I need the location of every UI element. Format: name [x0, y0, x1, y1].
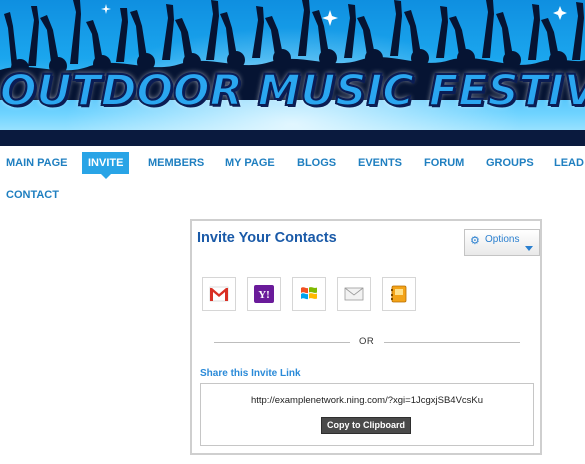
nav-members[interactable]: MEMBERS: [148, 152, 204, 174]
or-divider-right: [384, 342, 520, 343]
nav-main-page[interactable]: MAIN PAGE: [6, 152, 68, 174]
gear-icon: ⚙: [470, 235, 480, 247]
address-book-provider-button[interactable]: [382, 277, 416, 311]
nav-leaderboards[interactable]: LEAD: [554, 152, 584, 174]
nav-events[interactable]: EVENTS: [358, 152, 402, 174]
gmail-provider-button[interactable]: [202, 277, 236, 311]
yahoo-icon: Y!: [254, 285, 274, 303]
options-button[interactable]: ⚙ Options: [464, 229, 540, 256]
address-book-icon: [391, 285, 407, 303]
site-banner: OUTDOOR MUSIC FESTIVALS: [0, 0, 585, 146]
windows-live-icon: [301, 287, 317, 300]
nav-blogs[interactable]: BLOGS: [297, 152, 336, 174]
chevron-down-icon: [525, 246, 533, 251]
email-provider-button[interactable]: [337, 277, 371, 311]
invite-panel: Invite Your Contacts ⚙ Options Y! OR Sha…: [190, 219, 542, 455]
copy-to-clipboard-button[interactable]: Copy to Clipboard: [321, 417, 411, 434]
nav-contact[interactable]: CONTACT: [6, 184, 59, 206]
invite-link-url[interactable]: http://examplenetwork.ning.com/?xgi=1Jcg…: [201, 395, 533, 406]
svg-text:Y!: Y!: [258, 289, 270, 301]
share-invite-link-label: Share this Invite Link: [200, 368, 301, 379]
panel-title: Invite Your Contacts: [197, 230, 337, 246]
nav-forum[interactable]: FORUM: [424, 152, 464, 174]
nav-invite[interactable]: INVITE: [82, 152, 130, 179]
email-icon: [344, 287, 364, 301]
nav-groups[interactable]: GROUPS: [486, 152, 534, 174]
main-nav: MAIN PAGE INVITE MEMBERS MY PAGE BLOGS E…: [0, 146, 585, 212]
or-divider-text: OR: [359, 336, 375, 347]
banner-title: OUTDOOR MUSIC FESTIVALS: [0, 66, 585, 116]
options-label: Options: [485, 234, 520, 245]
invite-link-box: http://examplenetwork.ning.com/?xgi=1Jcg…: [200, 383, 534, 446]
windows-live-provider-button[interactable]: [292, 277, 326, 311]
or-divider-left: [214, 342, 350, 343]
nav-my-page[interactable]: MY PAGE: [225, 152, 275, 174]
yahoo-provider-button[interactable]: Y!: [247, 277, 281, 311]
gmail-icon: [209, 286, 229, 302]
